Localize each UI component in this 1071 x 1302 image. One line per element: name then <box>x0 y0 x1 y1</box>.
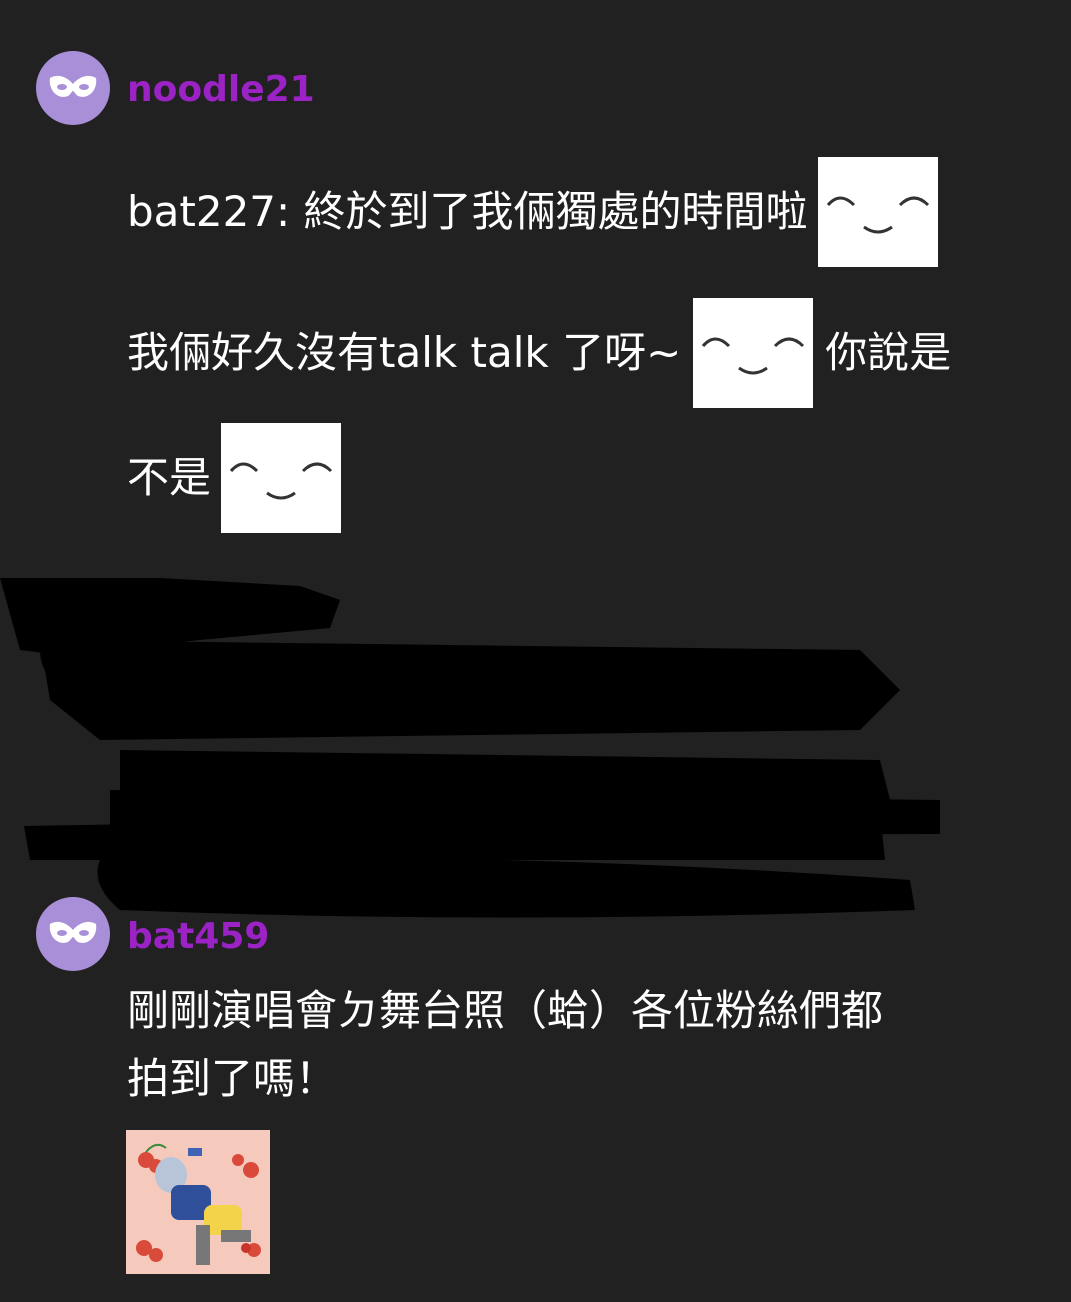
mask-icon <box>49 921 97 943</box>
message-line: 拍到了嗎！ <box>127 1051 337 1107</box>
message-text: 拍到了嗎！ <box>127 1054 338 1103</box>
username[interactable]: bat459 <box>127 915 269 959</box>
user-avatar[interactable] <box>36 897 110 971</box>
anime-photo-thumbnail[interactable] <box>126 1130 270 1274</box>
message-line: 剛剛演唱會ㄉ舞台照（蛤）各位粉絲們都 <box>127 983 883 1039</box>
message-text: 剛剛演唱會ㄉ舞台照（蛤）各位粉絲們都 <box>127 986 884 1035</box>
